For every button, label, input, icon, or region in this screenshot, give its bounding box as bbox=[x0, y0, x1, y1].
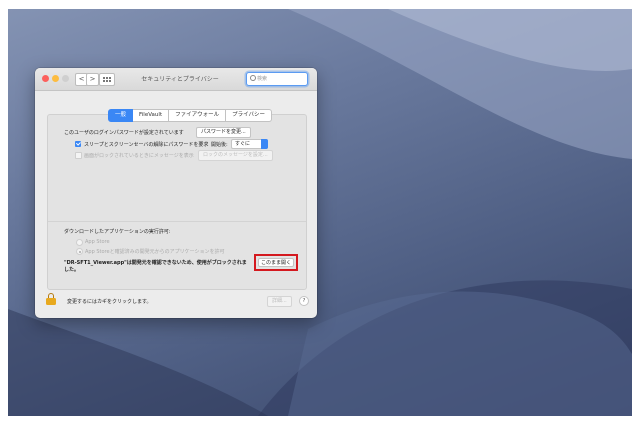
radio-identified-developers[interactable] bbox=[76, 248, 83, 255]
open-anyway-button[interactable]: このまま開く bbox=[258, 258, 294, 267]
start-after-value: すぐに bbox=[235, 141, 251, 147]
require-password-label: スリープとスクリーンセーバの解除にパスワードを要求 bbox=[84, 142, 209, 148]
security-privacy-window: < > セキュリティとプライバシー 検索 このユーザのログインパスワードが設定さ… bbox=[35, 68, 317, 318]
window-title: セキュリティとプライバシー bbox=[141, 76, 219, 83]
show-all-grid-icon[interactable] bbox=[99, 73, 115, 86]
advanced-button[interactable]: 詳細... bbox=[267, 296, 292, 307]
search-icon bbox=[250, 75, 256, 81]
chevron-down-icon bbox=[261, 139, 268, 149]
desktop-wallpaper: < > セキュリティとプライバシー 検索 このユーザのログインパスワードが設定さ… bbox=[8, 9, 632, 416]
downloads-heading: ダウンロードしたアプリケーションの実行許可: bbox=[64, 229, 171, 235]
radio-app-store[interactable] bbox=[76, 239, 83, 246]
radio-identified-developers-label: App Storeと確認済みの開発元からのアプリケーションを許可 bbox=[85, 249, 225, 255]
lock-message-checkbox[interactable] bbox=[75, 152, 82, 159]
search-field[interactable]: 検索 bbox=[246, 72, 308, 86]
tab-general[interactable]: 一般 bbox=[108, 109, 134, 122]
blocked-app-message-line2: した。 bbox=[64, 267, 80, 273]
tab-privacy[interactable]: プライバシー bbox=[226, 109, 273, 122]
zoom-window-button[interactable] bbox=[62, 75, 69, 82]
help-button[interactable]: ? bbox=[299, 296, 309, 306]
open-anyway-highlight: このまま開く bbox=[254, 254, 298, 271]
blocked-app-message: "DR-SFT1_Viewer.app"は開発元を確認できないため、使用がブロッ… bbox=[64, 260, 247, 266]
login-password-text: このユーザのログインパスワードが設定されています bbox=[64, 130, 184, 136]
search-placeholder: 検索 bbox=[257, 76, 268, 82]
change-password-button[interactable]: パスワードを変更... bbox=[196, 127, 251, 138]
radio-app-store-label: App Store bbox=[85, 239, 110, 245]
lock-message-label: 画面がロックされているときにメッセージを表示 bbox=[84, 153, 194, 159]
start-after-label: 開始後: bbox=[211, 142, 228, 148]
section-divider bbox=[48, 221, 306, 222]
lock-message-button[interactable]: ロックのメッセージを設定... bbox=[198, 150, 273, 161]
close-window-button[interactable] bbox=[42, 75, 49, 82]
title-bar: < > セキュリティとプライバシー 検索 bbox=[35, 68, 317, 91]
start-after-select[interactable]: すぐに bbox=[231, 139, 268, 149]
forward-button[interactable]: > bbox=[86, 73, 99, 86]
tab-filevault[interactable]: FileVault bbox=[133, 109, 170, 122]
tab-firewall[interactable]: ファイアウォール bbox=[169, 109, 227, 122]
tab-bar: 一般 FileVault ファイアウォール プライバシー bbox=[108, 109, 273, 122]
lock-icon[interactable] bbox=[46, 293, 56, 305]
lock-instruction-text: 変更するにはカギをクリックします。 bbox=[67, 299, 152, 305]
minimize-window-button[interactable] bbox=[52, 75, 59, 82]
require-password-checkbox[interactable] bbox=[75, 141, 81, 147]
